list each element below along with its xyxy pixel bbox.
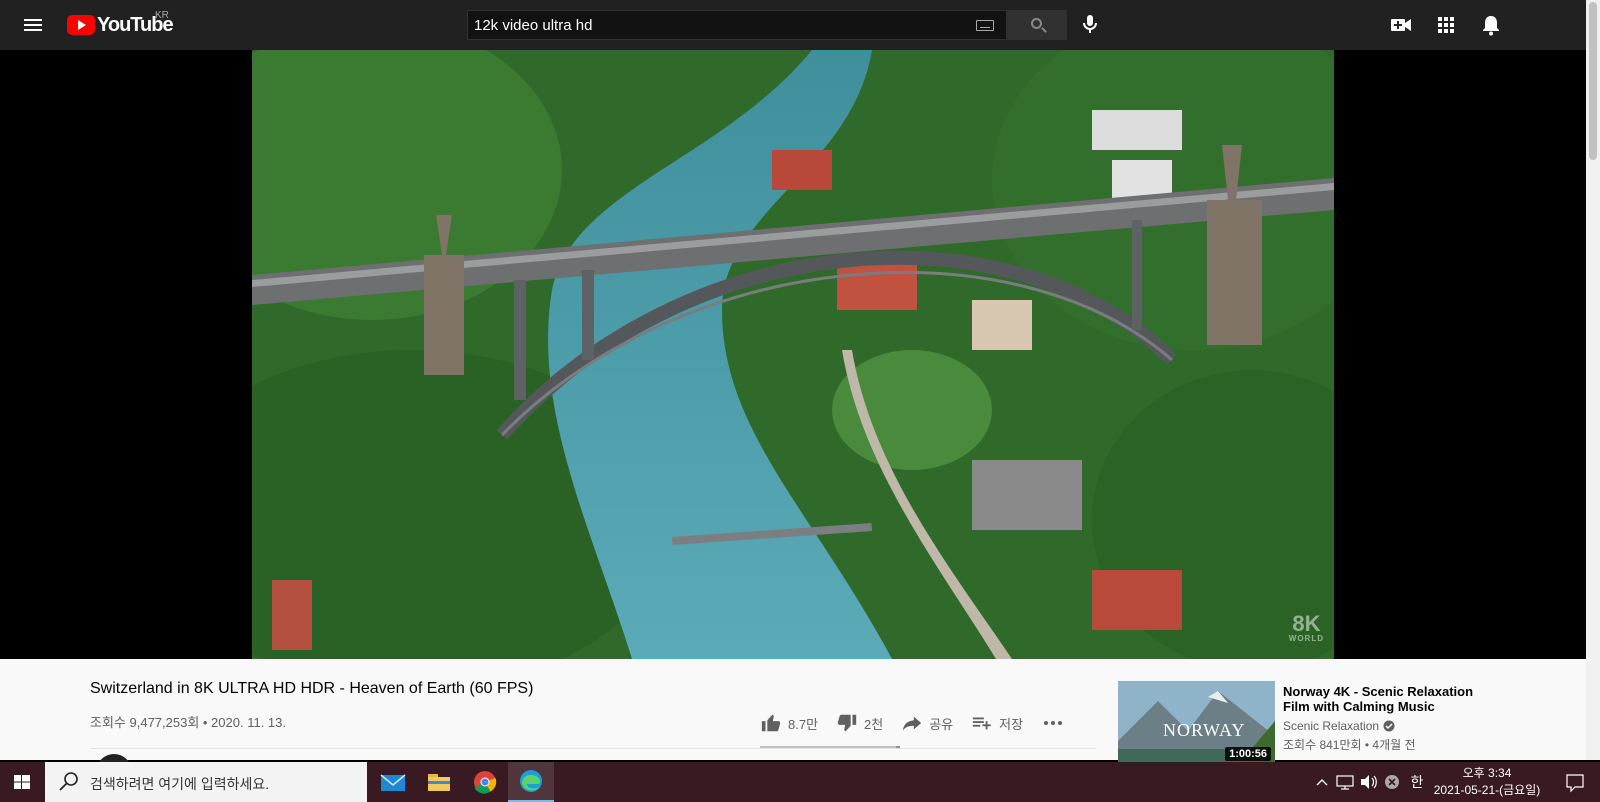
menu-icon-bar bbox=[24, 29, 42, 31]
menu-button[interactable] bbox=[20, 11, 48, 39]
video-scene bbox=[252, 50, 1334, 659]
taskbar-search-placeholder: 검색하려면 여기에 입력하세요. bbox=[90, 776, 270, 792]
notification-center-button[interactable] bbox=[1560, 762, 1590, 802]
video-frame[interactable]: 8K WORLD bbox=[252, 50, 1334, 659]
save-button[interactable]: 저장 bbox=[971, 710, 1023, 736]
speaker-icon bbox=[1361, 775, 1377, 789]
network-icon bbox=[1336, 775, 1354, 790]
edge-browser-icon bbox=[520, 770, 542, 792]
ime-toggle[interactable]: 한 bbox=[1406, 762, 1428, 802]
start-button[interactable] bbox=[0, 762, 45, 802]
mail-envelope-icon bbox=[380, 774, 406, 791]
taskbar-search-box[interactable]: 검색하려면 여기에 입력하세요. bbox=[45, 762, 367, 802]
voice-search-button[interactable] bbox=[1078, 12, 1102, 36]
thumbs-up-icon bbox=[761, 714, 781, 732]
dislike-button[interactable]: 2천 bbox=[836, 710, 883, 736]
clock-date: 2021-05-21-(금요일) bbox=[1433, 783, 1541, 797]
taskbar-edge[interactable] bbox=[508, 762, 554, 802]
action-center-icon bbox=[1566, 774, 1584, 793]
watermark-small: WORLD bbox=[1288, 634, 1324, 643]
more-horizontal-icon bbox=[1044, 721, 1063, 725]
search-box bbox=[467, 10, 1007, 40]
save-label: 저장 bbox=[999, 716, 1024, 732]
channel-name: Scenic Relaxation bbox=[1283, 719, 1380, 733]
show-hidden-icons-button[interactable] bbox=[1312, 762, 1332, 802]
taskbar-file-explorer[interactable] bbox=[416, 762, 462, 802]
notifications-button[interactable] bbox=[1478, 12, 1504, 38]
volume-button[interactable] bbox=[1358, 762, 1380, 802]
share-button[interactable]: 공유 bbox=[901, 710, 953, 736]
recommended-thumbnail[interactable]: NORWAY 1:00:56 bbox=[1118, 681, 1275, 765]
dislike-count: 2천 bbox=[864, 716, 884, 732]
video-info: Switzerland in 8K ULTRA HD HDR - Heaven … bbox=[0, 659, 1586, 790]
video-camera-plus-icon bbox=[1391, 19, 1411, 31]
search-input[interactable] bbox=[468, 11, 958, 39]
microphone-icon bbox=[1083, 15, 1097, 33]
chevron-up-icon bbox=[1316, 779, 1328, 786]
page-scrollbar[interactable] bbox=[1586, 0, 1600, 760]
more-actions-button[interactable] bbox=[1041, 710, 1065, 736]
watermark-big: 8K bbox=[1292, 611, 1321, 636]
recommended-video-card[interactable]: NORWAY 1:00:56 Norway 4K - Scenic Relaxa… bbox=[1118, 681, 1498, 765]
chrome-icon bbox=[474, 771, 497, 794]
youtube-logo[interactable]: YouTube KR bbox=[67, 10, 174, 37]
recommended-title: Norway 4K - Scenic Relaxation Film with … bbox=[1283, 684, 1474, 714]
keyboard-icon[interactable] bbox=[976, 20, 994, 31]
screen: YouTube KR 12k video ultra hd 8K WORLD S… bbox=[0, 0, 1600, 802]
apps-grid-icon bbox=[1438, 17, 1454, 33]
taskbar-mail-app[interactable] bbox=[370, 762, 416, 802]
play-logo-icon bbox=[67, 15, 95, 35]
playlist-add-icon bbox=[973, 717, 991, 730]
video-actions: 8.7만 2천 공유 저장 bbox=[760, 710, 1083, 736]
share-arrow-icon bbox=[903, 716, 922, 731]
recommended-meta: 조회수 841만회 • 4개월 전 bbox=[1283, 738, 1416, 752]
verified-badge-icon bbox=[1383, 720, 1395, 732]
masthead: YouTube KR bbox=[0, 0, 1586, 50]
apps-button[interactable] bbox=[1433, 12, 1459, 38]
taskbar-chrome[interactable] bbox=[462, 762, 508, 802]
windows-logo-icon bbox=[14, 775, 30, 789]
country-code: KR bbox=[155, 10, 169, 21]
divider bbox=[90, 748, 1096, 749]
folder-icon bbox=[428, 774, 450, 791]
search-icon bbox=[1031, 18, 1042, 29]
windows-taskbar: 검색하려면 여기에 입력하세요. 한 오후 3:34 2021-05-21-(금… bbox=[0, 762, 1600, 802]
error-x-icon bbox=[1385, 775, 1399, 789]
error-status-button[interactable] bbox=[1381, 762, 1403, 802]
clock-time: 오후 3:34 bbox=[1462, 766, 1512, 780]
thumbnail-title-text: NORWAY bbox=[1163, 720, 1245, 740]
ime-label: 한 bbox=[1410, 774, 1424, 790]
video-view-count-date: 조회수 9,477,253회 • 2020. 11. 13. bbox=[90, 715, 286, 730]
recommended-channel[interactable]: Scenic Relaxation bbox=[1283, 719, 1395, 733]
search-icon bbox=[59, 772, 78, 791]
video-player: 8K WORLD bbox=[0, 50, 1586, 659]
taskbar-clock[interactable]: 오후 3:34 2021-05-21-(금요일) bbox=[1432, 765, 1542, 799]
share-label: 공유 bbox=[929, 716, 954, 732]
like-count: 8.7만 bbox=[788, 716, 819, 732]
thumbs-down-icon bbox=[837, 714, 857, 732]
scrollbar-thumb[interactable] bbox=[1589, 2, 1597, 160]
create-video-button[interactable] bbox=[1388, 12, 1414, 38]
search-button[interactable] bbox=[1007, 10, 1067, 40]
menu-icon-bar bbox=[24, 24, 42, 26]
menu-icon bbox=[24, 19, 42, 21]
video-duration: 1:00:56 bbox=[1225, 747, 1271, 761]
bell-icon bbox=[1483, 16, 1499, 36]
channel-watermark[interactable]: 8K WORLD bbox=[1289, 613, 1324, 643]
network-button[interactable] bbox=[1334, 762, 1356, 802]
video-title: Switzerland in 8K ULTRA HD HDR - Heaven … bbox=[90, 680, 534, 697]
like-button[interactable]: 8.7만 bbox=[760, 710, 818, 736]
